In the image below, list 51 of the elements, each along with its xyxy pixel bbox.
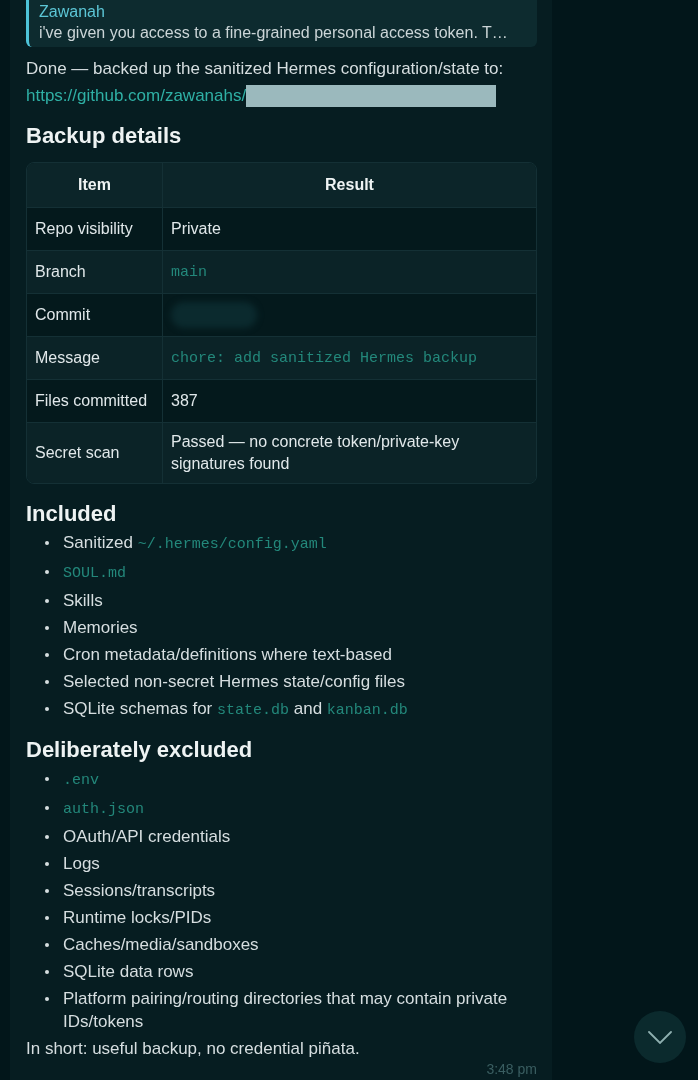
column-header: Result — [324, 175, 375, 195]
list-item: Logs — [63, 853, 100, 875]
table-cell-text: main — [170, 263, 208, 283]
list-item: Cron metadata/definitions where text-based — [63, 644, 392, 666]
list-item: OAuth/API credentials — [63, 826, 231, 848]
repo-link[interactable]: https://github.com/zawanahs/ — [26, 82, 247, 109]
list-item: Caches/media/sandboxes — [63, 934, 259, 956]
list-item: auth.json — [63, 800, 144, 820]
scroll-down-button[interactable] — [634, 1011, 686, 1063]
bullet-icon — [45, 626, 49, 630]
reply-text: i've given you access to a fine-grained personal access token. T… — [39, 23, 509, 43]
summary-text: In short: useful backup, no credential piñata. — [26, 1038, 361, 1060]
bullet-icon — [45, 862, 49, 866]
table-cell-text: chore: add sanitized Hermes backup — [170, 349, 479, 369]
list-item: .env — [63, 771, 99, 791]
message-text: Done — backed up the sanitized Hermes configuration/state to: — [26, 58, 505, 80]
bullet-icon — [45, 806, 49, 810]
list-item: Runtime locks/PIDs — [63, 907, 212, 929]
bullet-icon — [45, 707, 49, 711]
table-cell-text: 387 — [170, 391, 199, 411]
bullet-icon — [45, 541, 49, 545]
list-item: SOUL.md — [63, 564, 126, 584]
table-cell: Secret scan — [27, 423, 163, 483]
bullet-icon — [45, 916, 49, 920]
table-cell-text: Passed — no concrete token/private-key signatures found — [170, 432, 461, 474]
list-item: Sanitized ~/.hermes/config.yaml — [63, 532, 327, 555]
section-heading: Included — [26, 500, 118, 528]
section-heading: Deliberately excluded — [26, 736, 254, 764]
bullet-icon — [45, 889, 49, 893]
bullet-icon — [45, 653, 49, 657]
reply-author: Zawanah — [39, 2, 106, 22]
bullet-icon — [45, 943, 49, 947]
chevron-down-icon — [648, 1030, 672, 1044]
list-item: Skills — [63, 590, 103, 612]
bullet-icon — [45, 835, 49, 839]
bullet-icon — [45, 997, 49, 1001]
list-item: Selected non-secret Hermes state/config files — [63, 671, 406, 693]
reply-quote[interactable]: Zawanah i've given you access to a fine-grained personal access token. T… — [26, 0, 537, 47]
bullet-icon — [45, 570, 49, 574]
bullet-icon — [45, 777, 49, 781]
list-item: SQLite data rows — [63, 961, 194, 983]
list-item: SQLite schemas for state.db and kanban.db — [63, 698, 408, 721]
message-time: 3:48 pm — [486, 1062, 537, 1077]
list-item: Sessions/transcripts — [63, 880, 216, 902]
bullet-icon — [45, 599, 49, 603]
bullet-icon — [45, 680, 49, 684]
list-item: Memories — [63, 617, 138, 639]
section-heading: Backup details — [26, 122, 183, 150]
table-cell-text: Private — [170, 219, 222, 239]
list-item: Platform pairing/routing directories that may contain private IDs/tokens — [63, 988, 509, 1033]
bullet-icon — [45, 970, 49, 974]
